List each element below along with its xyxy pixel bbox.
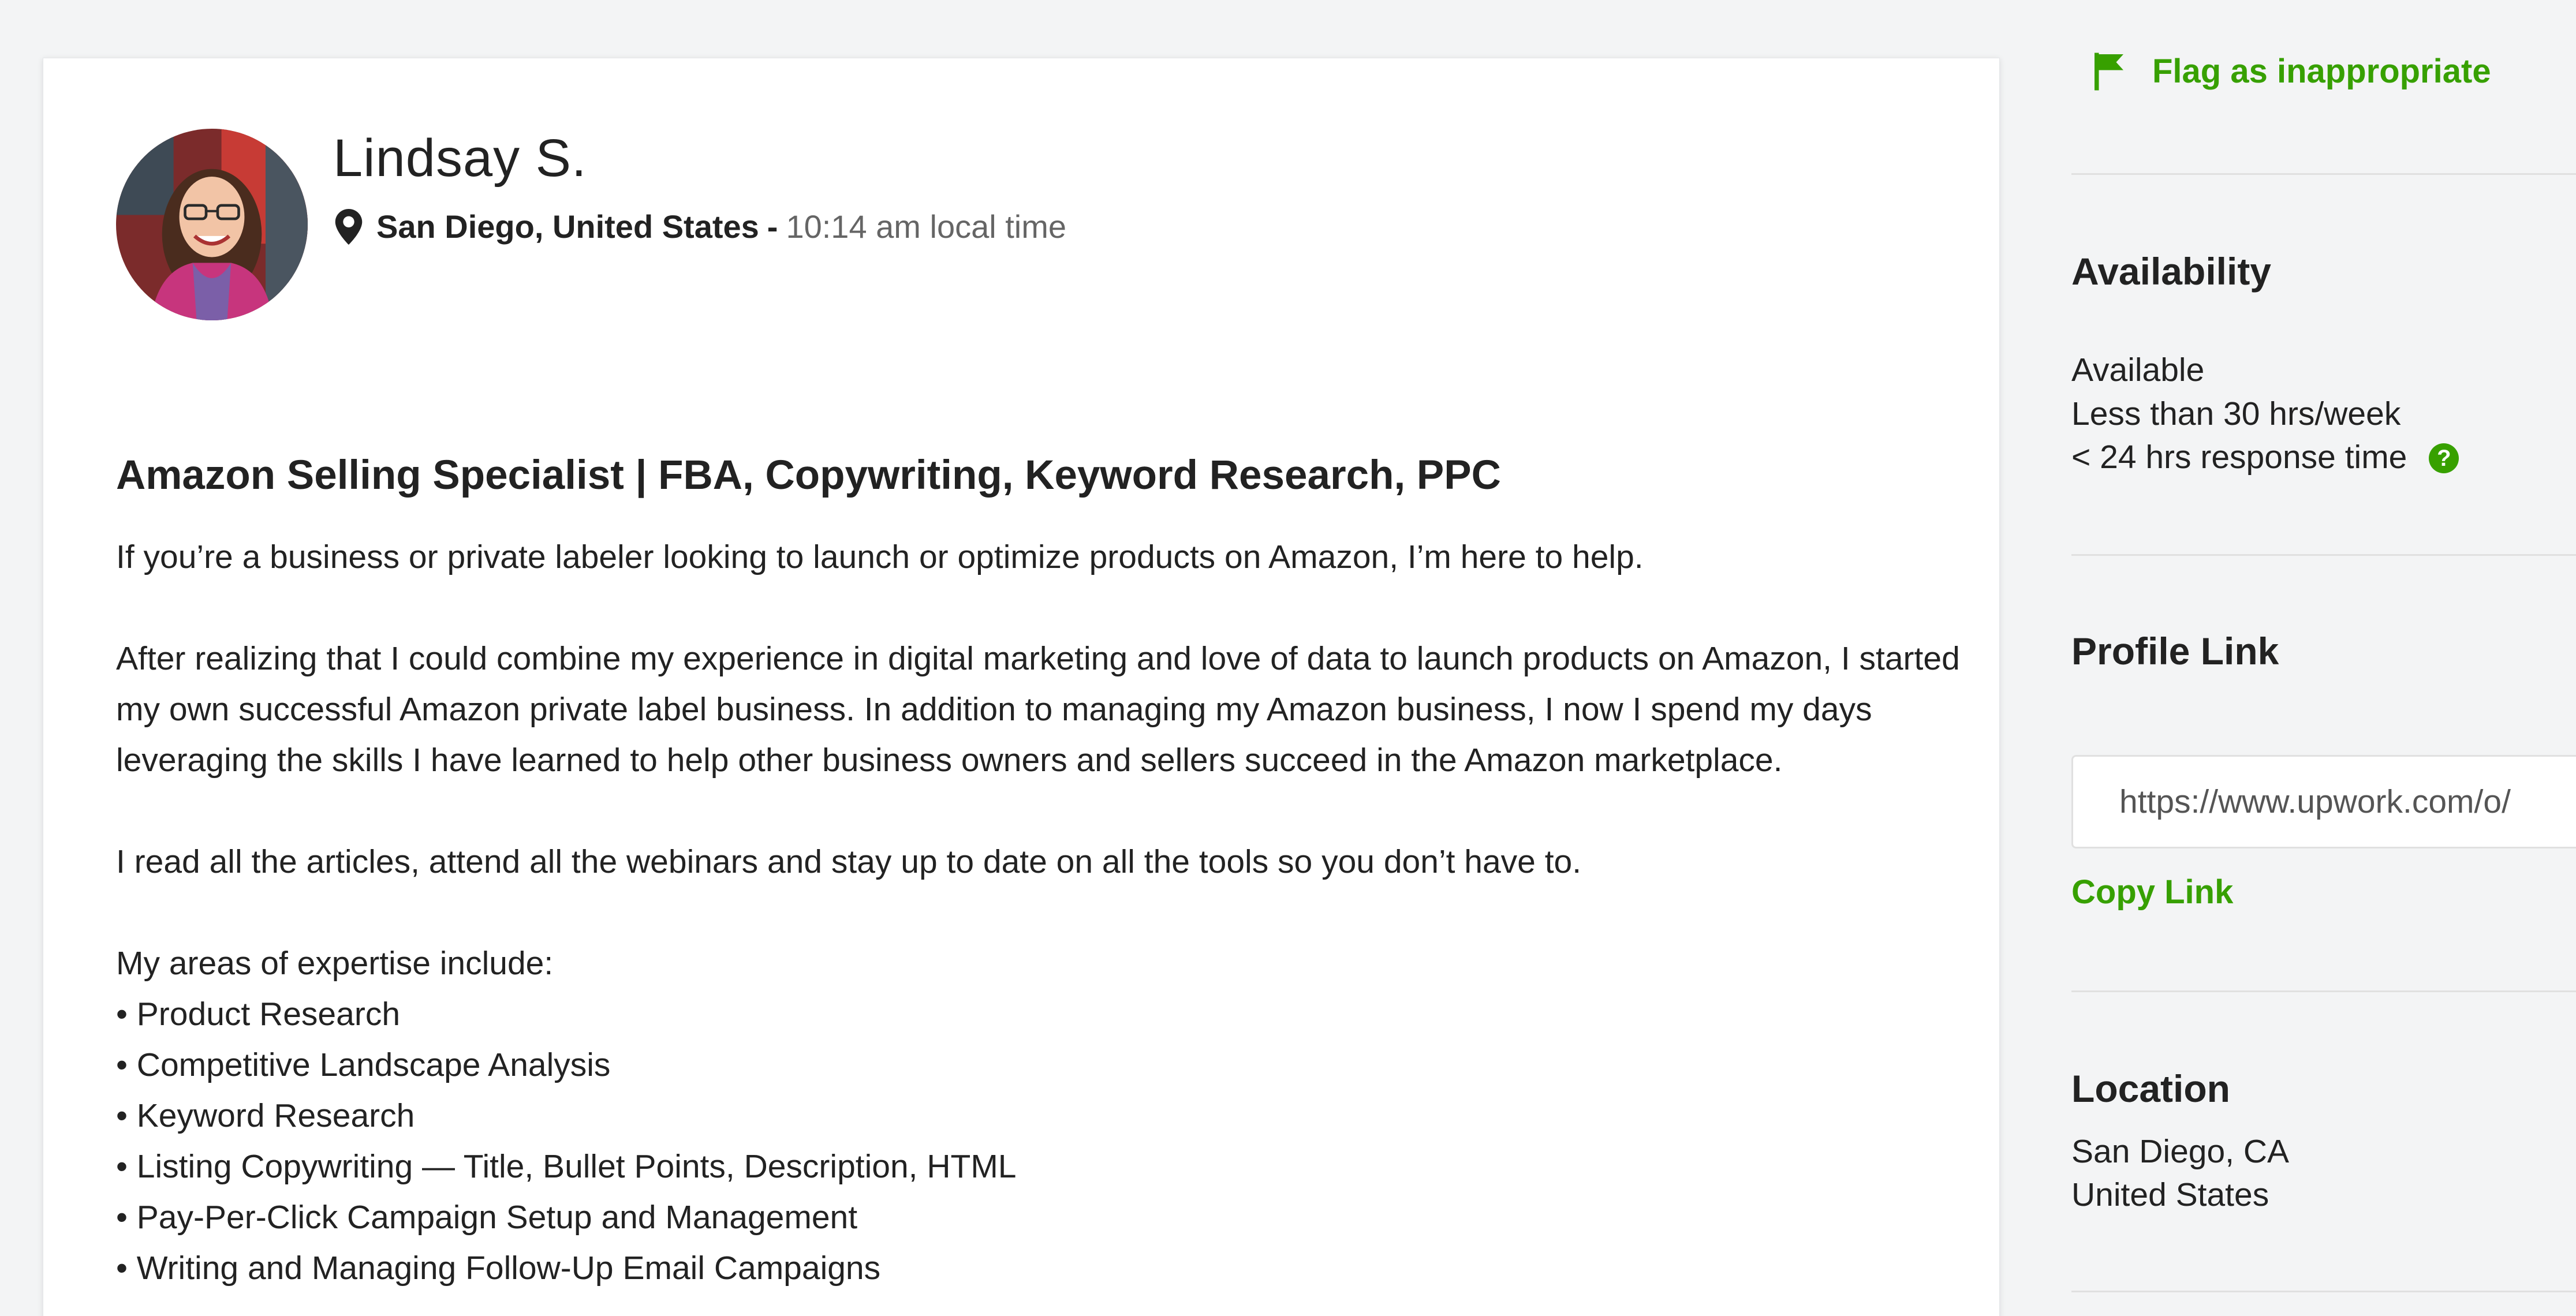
expertise-item: • Product Research — [116, 996, 401, 1033]
question-circle-icon[interactable]: ? — [2429, 443, 2459, 473]
sidebar-divider — [2071, 554, 2576, 556]
map-pin-icon — [335, 208, 363, 245]
response-time-text: < 24 hrs response time — [2071, 439, 2407, 476]
avatar-photo — [116, 129, 308, 320]
overview-paragraph: If you’re a business or private labeler … — [116, 539, 1644, 575]
location-city: San Diego, CA — [2071, 1133, 2290, 1170]
profile-card: Lindsay S. San Diego, United States - 10… — [43, 58, 2000, 1316]
expertise-item: • Pay-Per-Click Campaign Setup and Manag… — [116, 1199, 858, 1236]
availability-response: < 24 hrs response time? — [2071, 436, 2459, 479]
location-row: San Diego, United States - 10:14 am loca… — [335, 207, 1066, 246]
overview-paragraph: After realizing that I could combine my … — [116, 640, 1960, 779]
profile-page: Lindsay S. San Diego, United States - 10… — [0, 0, 2576, 1316]
copy-link-button[interactable]: Copy Link — [2071, 873, 2233, 911]
expertise-item: • Competitive Landscape Analysis — [116, 1046, 611, 1083]
location-country: United States — [2071, 1176, 2269, 1213]
location-heading: Location — [2071, 1067, 2230, 1110]
profile-name: Lindsay S. — [333, 129, 587, 188]
availability-hours: Less than 30 hrs/week — [2071, 395, 2401, 432]
overview-paragraph: I read all the articles, attend all the … — [116, 843, 1582, 880]
location-separator: - — [767, 208, 778, 245]
profile-sidebar: Flag as inappropriate Availability Avail… — [2071, 0, 2576, 1316]
avatar — [116, 129, 308, 320]
expertise-intro: My areas of expertise include: — [116, 945, 554, 982]
flag-as-inappropriate-link[interactable]: Flag as inappropriate — [2095, 52, 2491, 91]
profile-link-input[interactable] — [2071, 755, 2576, 848]
profile-overview: If you’re a business or private labeler … — [116, 532, 1992, 1293]
sidebar-divider — [2071, 990, 2576, 992]
sidebar-divider — [2071, 173, 2576, 175]
expertise-item: • Keyword Research — [116, 1097, 415, 1134]
sidebar-divider — [2071, 1291, 2576, 1292]
availability-status: Available — [2071, 352, 2205, 388]
profile-link-heading: Profile Link — [2071, 630, 2279, 672]
location-text: San Diego, United States — [376, 208, 759, 245]
flag-label: Flag as inappropriate — [2152, 53, 2491, 90]
profile-headline: Amazon Selling Specialist | FBA, Copywri… — [116, 453, 1501, 498]
availability-heading: Availability — [2071, 250, 2272, 293]
expertise-item: • Writing and Managing Follow-Up Email C… — [116, 1250, 881, 1287]
flag-icon — [2095, 53, 2123, 91]
expertise-item: • Listing Copywriting — Title, Bullet Po… — [116, 1148, 1017, 1185]
local-time: 10:14 am local time — [786, 208, 1067, 245]
